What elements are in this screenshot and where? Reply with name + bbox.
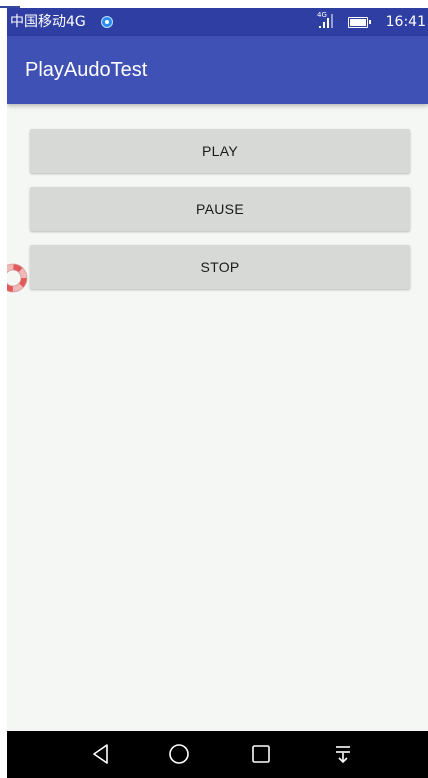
home-icon[interactable]	[164, 740, 194, 768]
notification-pull-icon[interactable]	[328, 740, 358, 768]
app-toolbar: PlayAudoTest	[7, 36, 428, 104]
carrier-label: 中国移动4G	[10, 14, 86, 30]
signal-icon: 4G	[317, 11, 339, 31]
notification-app-icon	[101, 16, 113, 28]
navigation-bar	[7, 731, 428, 778]
stop-button[interactable]: STOP	[30, 245, 410, 289]
phone-screen: 中国移动4G 4G 16:41 PlayAudoTest PLAY PAUSE …	[7, 8, 428, 778]
play-button[interactable]: PLAY	[30, 129, 410, 173]
status-time: 16:41	[385, 14, 426, 30]
app-title: PlayAudoTest	[25, 59, 148, 81]
floating-lifebuoy-icon[interactable]	[7, 263, 28, 293]
battery-icon	[348, 17, 371, 28]
status-bar: 中国移动4G 4G 16:41	[7, 8, 428, 36]
recents-icon[interactable]	[246, 740, 276, 768]
back-icon[interactable]	[86, 740, 116, 768]
pause-button[interactable]: PAUSE	[30, 187, 410, 231]
